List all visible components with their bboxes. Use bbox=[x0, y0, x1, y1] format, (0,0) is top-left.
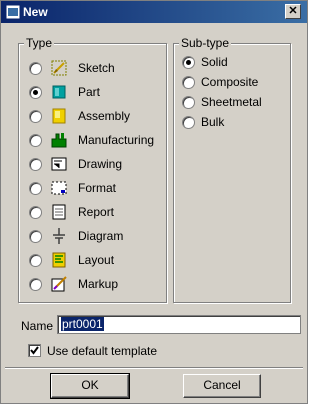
type-label-manufacturing: Manufacturing bbox=[78, 133, 155, 147]
markup-icon bbox=[51, 276, 67, 292]
radio-assembly[interactable] bbox=[29, 109, 42, 123]
type-label-diagram: Diagram bbox=[78, 229, 124, 243]
radio-bulk[interactable] bbox=[182, 115, 195, 129]
subtype-label-sheetmetal: Sheetmetal bbox=[201, 95, 262, 109]
subtype-option-sheetmetal[interactable]: Sheetmetal bbox=[182, 92, 262, 112]
sketch-icon bbox=[51, 60, 67, 76]
radio-composite[interactable] bbox=[182, 75, 195, 89]
type-option-part[interactable]: Part bbox=[29, 82, 100, 102]
use-default-template-checkbox[interactable] bbox=[28, 344, 41, 357]
type-label-report: Report bbox=[78, 205, 115, 219]
subtype-label-composite: Composite bbox=[201, 75, 259, 89]
radio-sheetmetal[interactable] bbox=[182, 95, 195, 109]
report-icon bbox=[52, 204, 66, 220]
radio-layout[interactable] bbox=[29, 253, 42, 267]
subtype-label-bulk: Bulk bbox=[201, 115, 225, 129]
type-option-format[interactable]: Format bbox=[29, 178, 116, 198]
manufacturing-icon bbox=[51, 133, 67, 148]
use-default-template-label[interactable]: Use default template bbox=[47, 344, 157, 358]
type-option-manufacturing[interactable]: Manufacturing bbox=[29, 130, 154, 150]
subtype-option-composite[interactable]: Composite bbox=[182, 72, 258, 92]
new-dialog: New ✕ Type Sketch Part Assembly Manufact… bbox=[0, 0, 308, 404]
type-label-format: Format bbox=[78, 181, 117, 195]
name-label: Name bbox=[21, 319, 54, 333]
type-option-assembly[interactable]: Assembly bbox=[29, 106, 130, 126]
subtype-option-bulk[interactable]: Bulk bbox=[182, 112, 224, 132]
format-icon bbox=[51, 181, 67, 195]
diagram-icon bbox=[53, 228, 65, 244]
radio-markup[interactable] bbox=[29, 277, 42, 291]
type-label-layout: Layout bbox=[78, 253, 115, 267]
radio-drawing[interactable] bbox=[29, 157, 42, 171]
radio-manufacturing[interactable] bbox=[29, 133, 42, 147]
close-button[interactable]: ✕ bbox=[285, 4, 301, 19]
radio-format[interactable] bbox=[29, 181, 42, 195]
part-icon bbox=[52, 85, 66, 99]
subtype-group: Sub-type Solid Composite Sheetmetal Bulk bbox=[173, 36, 291, 303]
radio-report[interactable] bbox=[29, 205, 42, 219]
checkmark-icon bbox=[30, 346, 39, 355]
subtype-option-solid[interactable]: Solid bbox=[182, 52, 228, 72]
title-bar[interactable]: New ✕ bbox=[1, 1, 307, 23]
cancel-button[interactable]: Cancel bbox=[183, 374, 261, 398]
radio-sketch[interactable] bbox=[29, 61, 42, 75]
assembly-icon bbox=[52, 108, 66, 124]
name-input-value: prt0001 bbox=[61, 317, 104, 331]
drawing-icon bbox=[51, 157, 67, 171]
ok-button[interactable]: OK bbox=[50, 373, 130, 399]
type-option-layout[interactable]: Layout bbox=[29, 250, 114, 270]
type-option-markup[interactable]: Markup bbox=[29, 274, 118, 294]
subtype-label-solid: Solid bbox=[201, 55, 228, 69]
type-label-part: Part bbox=[78, 85, 101, 99]
type-group: Type Sketch Part Assembly Manufacturing … bbox=[18, 36, 167, 303]
type-option-sketch[interactable]: Sketch bbox=[29, 58, 115, 78]
type-option-drawing[interactable]: Drawing bbox=[29, 154, 122, 174]
button-separator bbox=[5, 367, 303, 369]
subtype-group-legend: Sub-type bbox=[179, 36, 232, 50]
type-label-assembly: Assembly bbox=[78, 109, 131, 123]
radio-part[interactable] bbox=[29, 85, 42, 99]
type-option-diagram[interactable]: Diagram bbox=[29, 226, 123, 246]
type-option-report[interactable]: Report bbox=[29, 202, 114, 222]
type-group-legend: Type bbox=[24, 36, 55, 50]
radio-diagram[interactable] bbox=[29, 229, 42, 243]
new-file-icon bbox=[5, 4, 21, 20]
type-label-markup: Markup bbox=[78, 277, 119, 291]
layout-icon bbox=[52, 252, 66, 268]
type-label-drawing: Drawing bbox=[78, 157, 123, 171]
type-label-sketch: Sketch bbox=[78, 61, 115, 75]
radio-solid[interactable] bbox=[182, 55, 195, 69]
name-input[interactable]: prt0001 bbox=[57, 315, 301, 334]
window-title: New bbox=[23, 5, 48, 19]
close-icon: ✕ bbox=[288, 5, 298, 17]
